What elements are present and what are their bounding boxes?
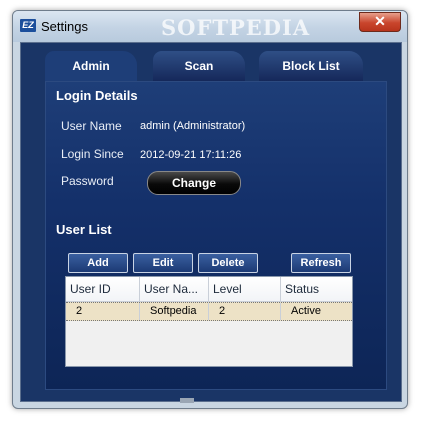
edit-user-button[interactable]: Edit bbox=[133, 253, 193, 273]
delete-user-button[interactable]: Delete bbox=[198, 253, 258, 273]
user-name-value: admin (Administrator) bbox=[140, 120, 246, 132]
watermark: SOFTPEDIA bbox=[161, 15, 311, 40]
window-title: Settings bbox=[41, 19, 88, 34]
add-user-button[interactable]: Add bbox=[68, 253, 128, 273]
tab-admin[interactable]: Admin bbox=[45, 51, 137, 81]
user-list-table[interactable]: User ID User Na... Level Status 2 Softpe… bbox=[65, 276, 353, 367]
tab-block-list[interactable]: Block List bbox=[259, 51, 363, 81]
cell-status: Active bbox=[291, 305, 321, 317]
column-header-user-id[interactable]: User ID bbox=[66, 277, 140, 301]
column-header-level[interactable]: Level bbox=[209, 277, 281, 301]
table-header: User ID User Na... Level Status bbox=[66, 277, 352, 302]
cell-level: 2 bbox=[209, 303, 281, 320]
cell-user-name: Softpedia bbox=[140, 303, 209, 320]
title-bar[interactable]: EZ Settings SOFTPEDIA ✕ bbox=[13, 11, 407, 42]
login-since-value: 2012-09-21 17:11:26 bbox=[140, 149, 242, 161]
column-header-status[interactable]: Status bbox=[281, 277, 352, 301]
login-since-label: Login Since bbox=[61, 147, 124, 161]
close-icon: ✕ bbox=[374, 13, 386, 29]
tab-scan[interactable]: Scan bbox=[153, 51, 245, 81]
app-logo-icon: EZ bbox=[20, 19, 36, 32]
close-button[interactable]: ✕ bbox=[359, 12, 401, 32]
change-password-button[interactable]: Change bbox=[147, 171, 241, 195]
login-details-heading: Login Details bbox=[56, 88, 138, 103]
user-name-label: User Name bbox=[61, 119, 122, 133]
user-list-heading: User List bbox=[56, 222, 112, 237]
resize-grip[interactable] bbox=[180, 398, 194, 403]
password-label: Password bbox=[61, 174, 114, 188]
cell-user-id: 2 bbox=[66, 303, 140, 320]
refresh-button[interactable]: Refresh bbox=[291, 253, 351, 273]
table-row[interactable]: 2 Softpedia 2 Active bbox=[66, 302, 352, 321]
column-header-user-name[interactable]: User Na... bbox=[140, 277, 209, 301]
